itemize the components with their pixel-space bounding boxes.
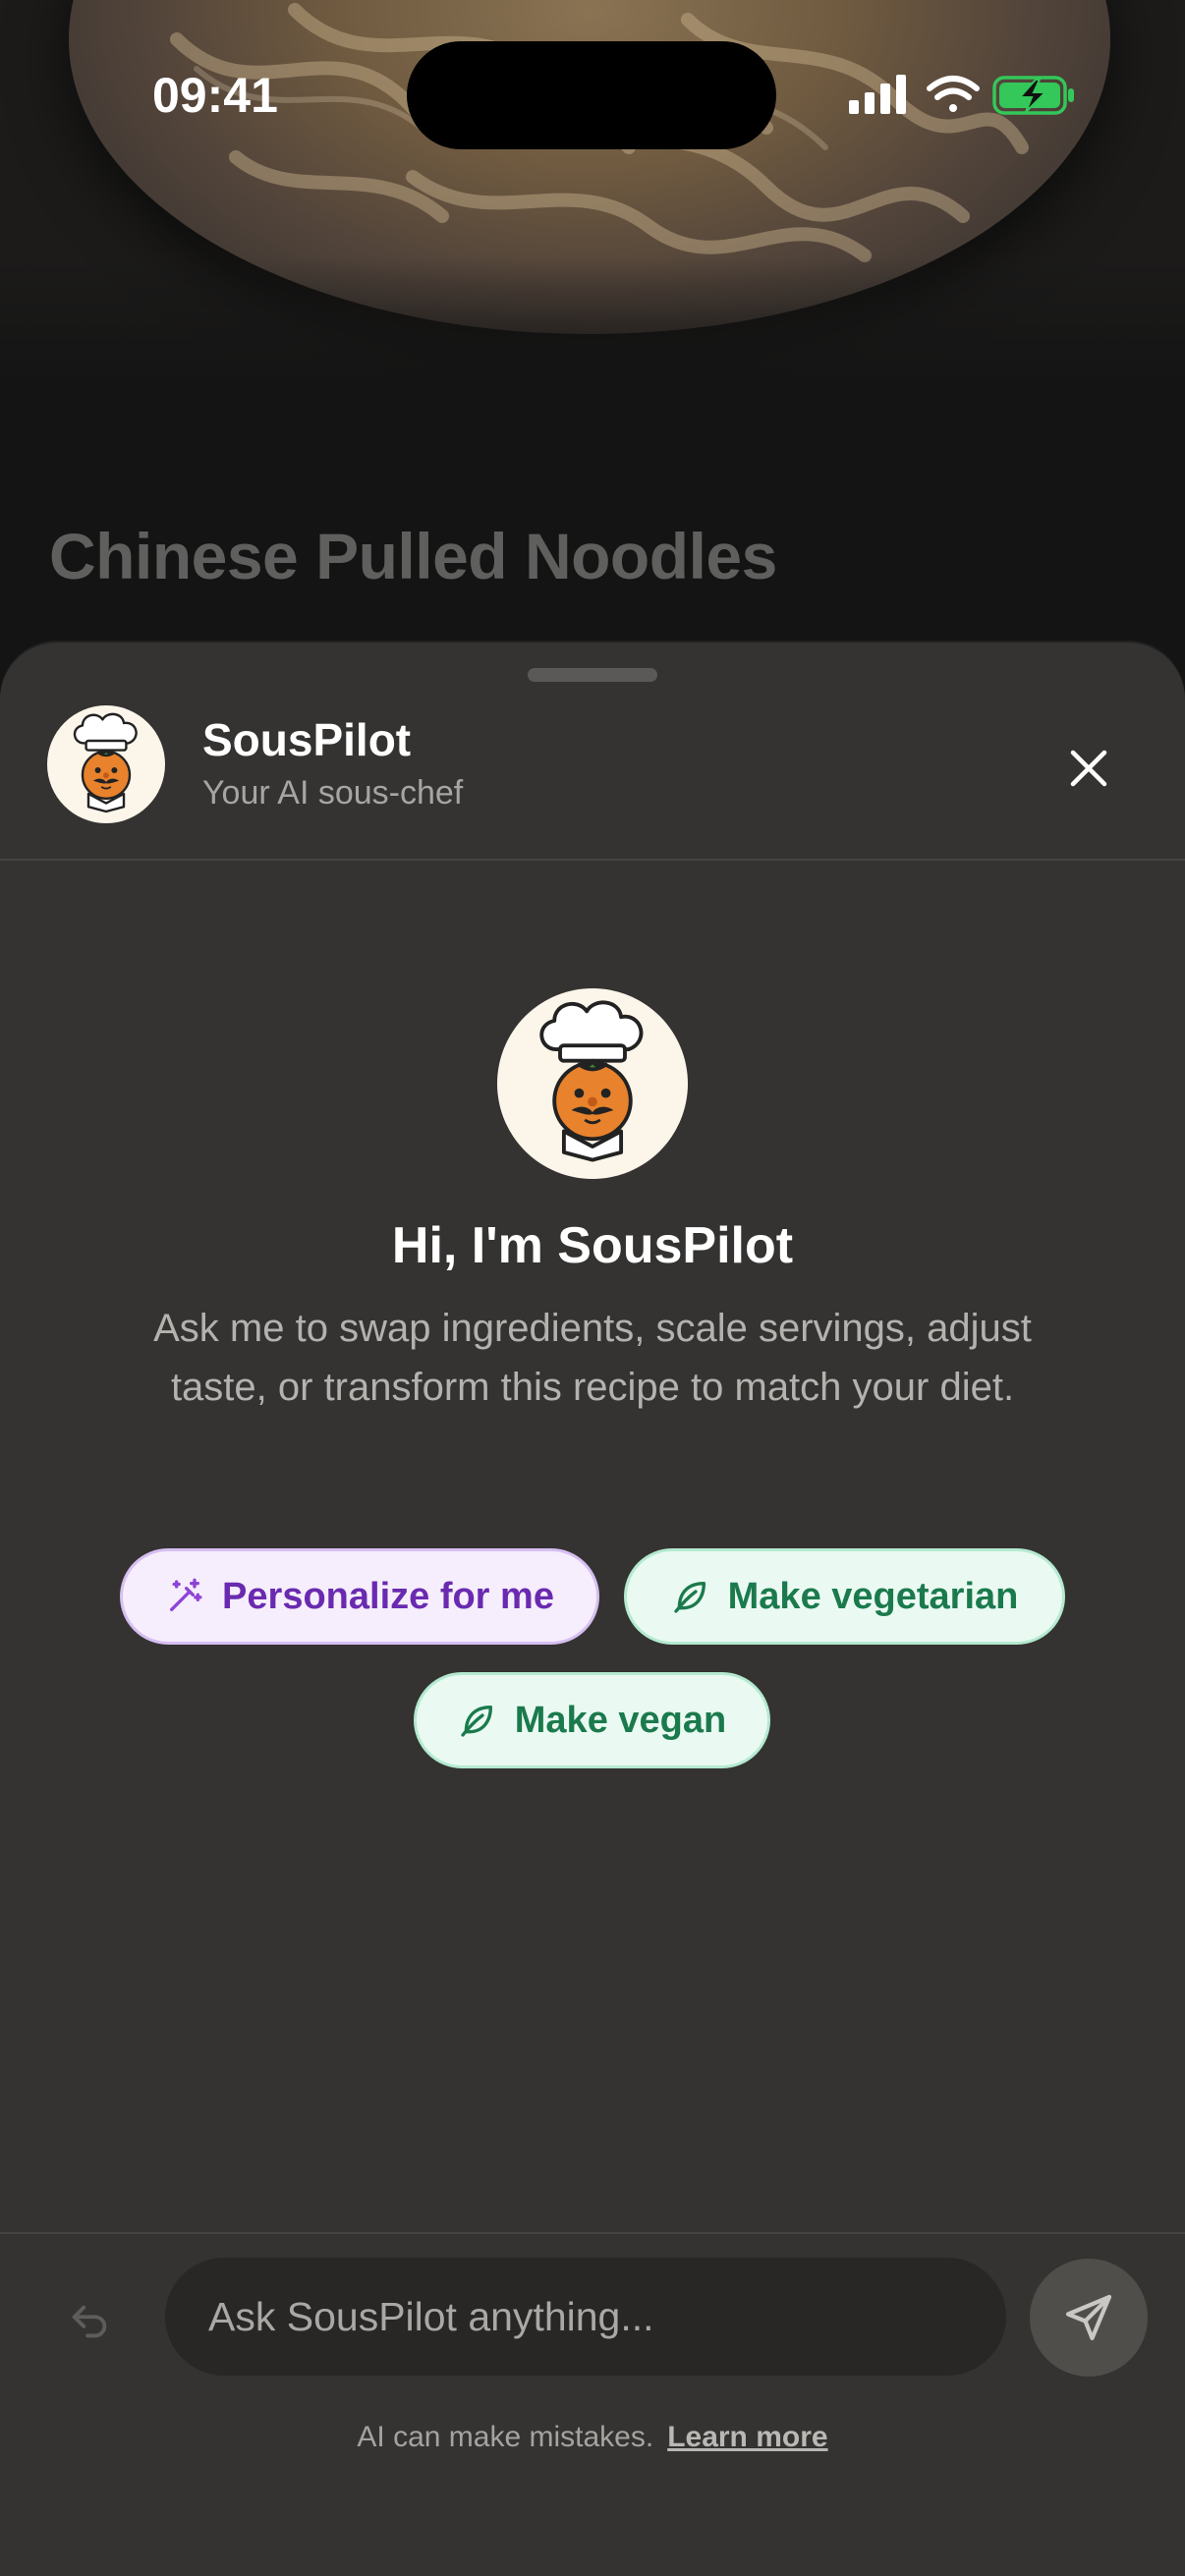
status-icons [849, 75, 1074, 115]
sheet-grabber[interactable] [528, 668, 657, 682]
make-vegan-button[interactable]: Make vegan [414, 1672, 770, 1768]
intro-text: Ask me to swap ingredients, scale servin… [153, 1307, 1032, 1409]
wifi-icon [927, 76, 980, 112]
magic-wand-icon [170, 1578, 202, 1611]
battery-charging-icon [992, 76, 1074, 115]
greeting-title: Hi, I'm SousPilot [391, 1217, 794, 1274]
assistant-subtitle: Your AI sous-chef [202, 774, 464, 812]
composer-divider [0, 2232, 1185, 2234]
disclaimer-text: AI can make mistakes. [357, 2421, 654, 2453]
learn-more-link[interactable]: Learn more [667, 2421, 827, 2453]
assistant-name: SousPilot [202, 714, 412, 765]
personalize-button[interactable]: Personalize for me [120, 1548, 599, 1645]
recipe-title: Chinese Pulled Noodles [49, 520, 777, 592]
message-input[interactable] [165, 2258, 1006, 2376]
chef-tomato-icon [73, 712, 138, 813]
make-vegetarian-button[interactable]: Make vegetarian [624, 1548, 1065, 1645]
assistant-hero-avatar [497, 988, 688, 1179]
status-time: 09:41 [152, 68, 278, 123]
make-vegan-label: Make vegan [514, 1699, 727, 1741]
personalize-label: Personalize for me [222, 1575, 554, 1617]
send-icon [1065, 2294, 1112, 2341]
header-divider [0, 859, 1185, 861]
close-icon [1070, 750, 1107, 787]
send-button[interactable] [1030, 2259, 1148, 2377]
leaf-icon [673, 1582, 705, 1613]
assistant-avatar [47, 705, 165, 823]
hero-fade [0, 257, 1185, 375]
close-button[interactable] [1059, 739, 1118, 798]
dynamic-island [407, 41, 776, 149]
leaf-icon [461, 1706, 492, 1737]
undo-icon[interactable] [67, 2300, 112, 2345]
chef-tomato-icon [539, 1000, 644, 1162]
make-vegetarian-label: Make vegetarian [727, 1575, 1019, 1617]
signal-icon [849, 75, 906, 114]
assistant-sheet: SousPilot Your AI sous-chef Hi, I'm Sous… [0, 643, 1185, 2576]
ai-disclaimer: AI can make mistakes. Learn more [0, 2421, 1185, 2454]
